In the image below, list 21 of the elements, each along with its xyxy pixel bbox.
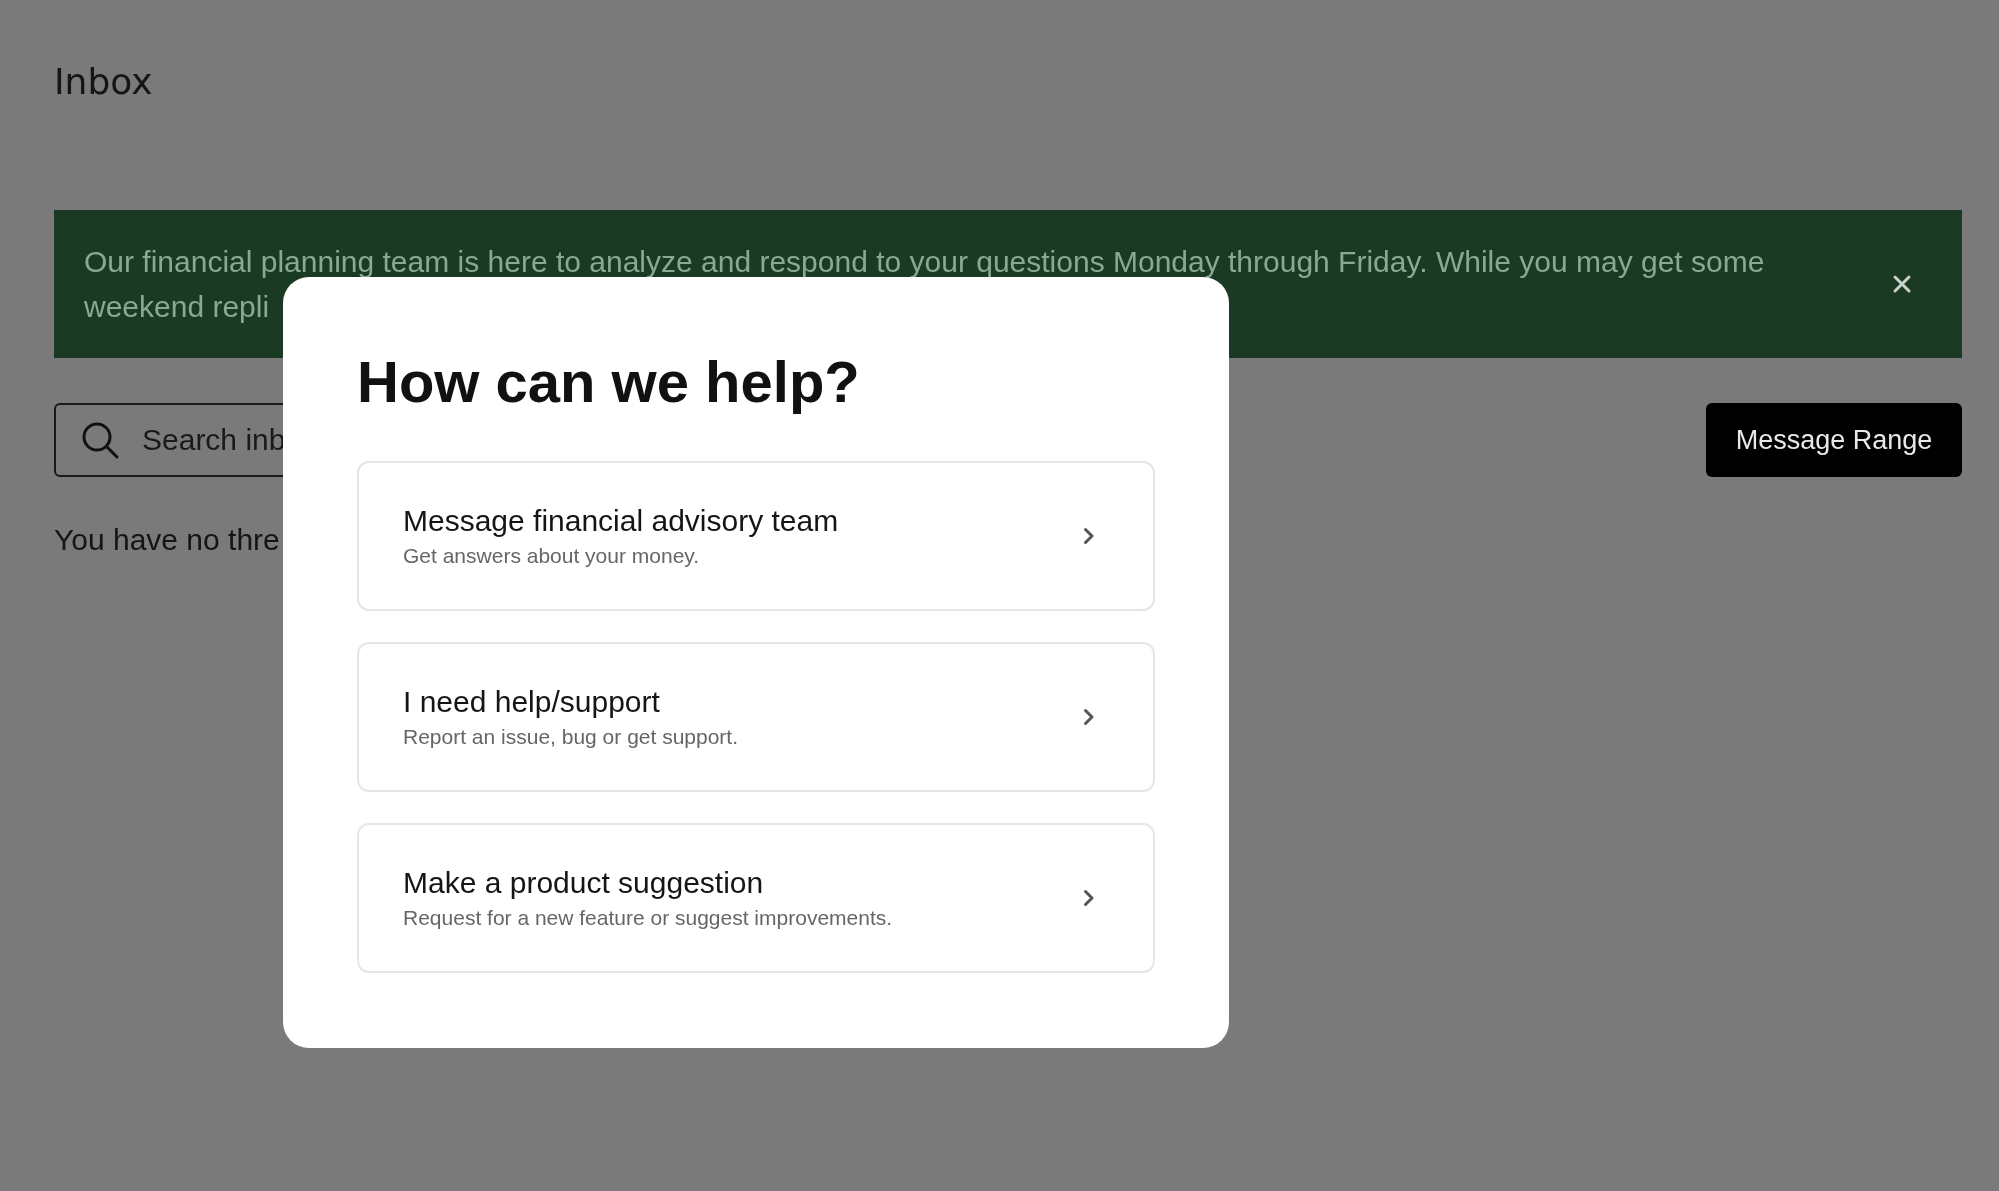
search-icon	[80, 420, 120, 460]
option-description: Report an issue, bug or get support.	[403, 725, 739, 749]
close-icon[interactable]	[1892, 274, 1912, 294]
help-option[interactable]: Message financial advisory team Get answers about your money.	[357, 461, 1155, 611]
chevron-right-icon	[1083, 889, 1095, 907]
chevron-right-icon	[1083, 708, 1095, 726]
option-title: Message financial advisory team	[403, 504, 839, 538]
search-placeholder: Search inb	[142, 423, 286, 457]
banner-text: Our financial planning team is here to analyze and respond to your questions Monday through Friday. While you may get some	[84, 244, 1765, 280]
chevron-right-icon	[1083, 527, 1095, 545]
help-option[interactable]: I need help/support Report an issue, bug or get support.	[357, 642, 1155, 792]
option-title: Make a product suggestion	[403, 866, 765, 900]
option-description: Get answers about your money.	[403, 544, 701, 568]
message-range-button[interactable]: Message Range	[1706, 403, 1962, 477]
page-title: Inbox	[54, 60, 153, 104]
help-option[interactable]: Make a product suggestion Request for a new feature or suggest improvements.	[357, 823, 1155, 973]
banner-text: weekend repli	[84, 289, 270, 325]
option-title: I need help/support	[403, 685, 661, 719]
dialog-title: How can we help?	[357, 348, 860, 416]
option-description: Request for a new feature or suggest improvements.	[403, 906, 893, 930]
empty-state-text: You have no thre	[54, 523, 280, 557]
